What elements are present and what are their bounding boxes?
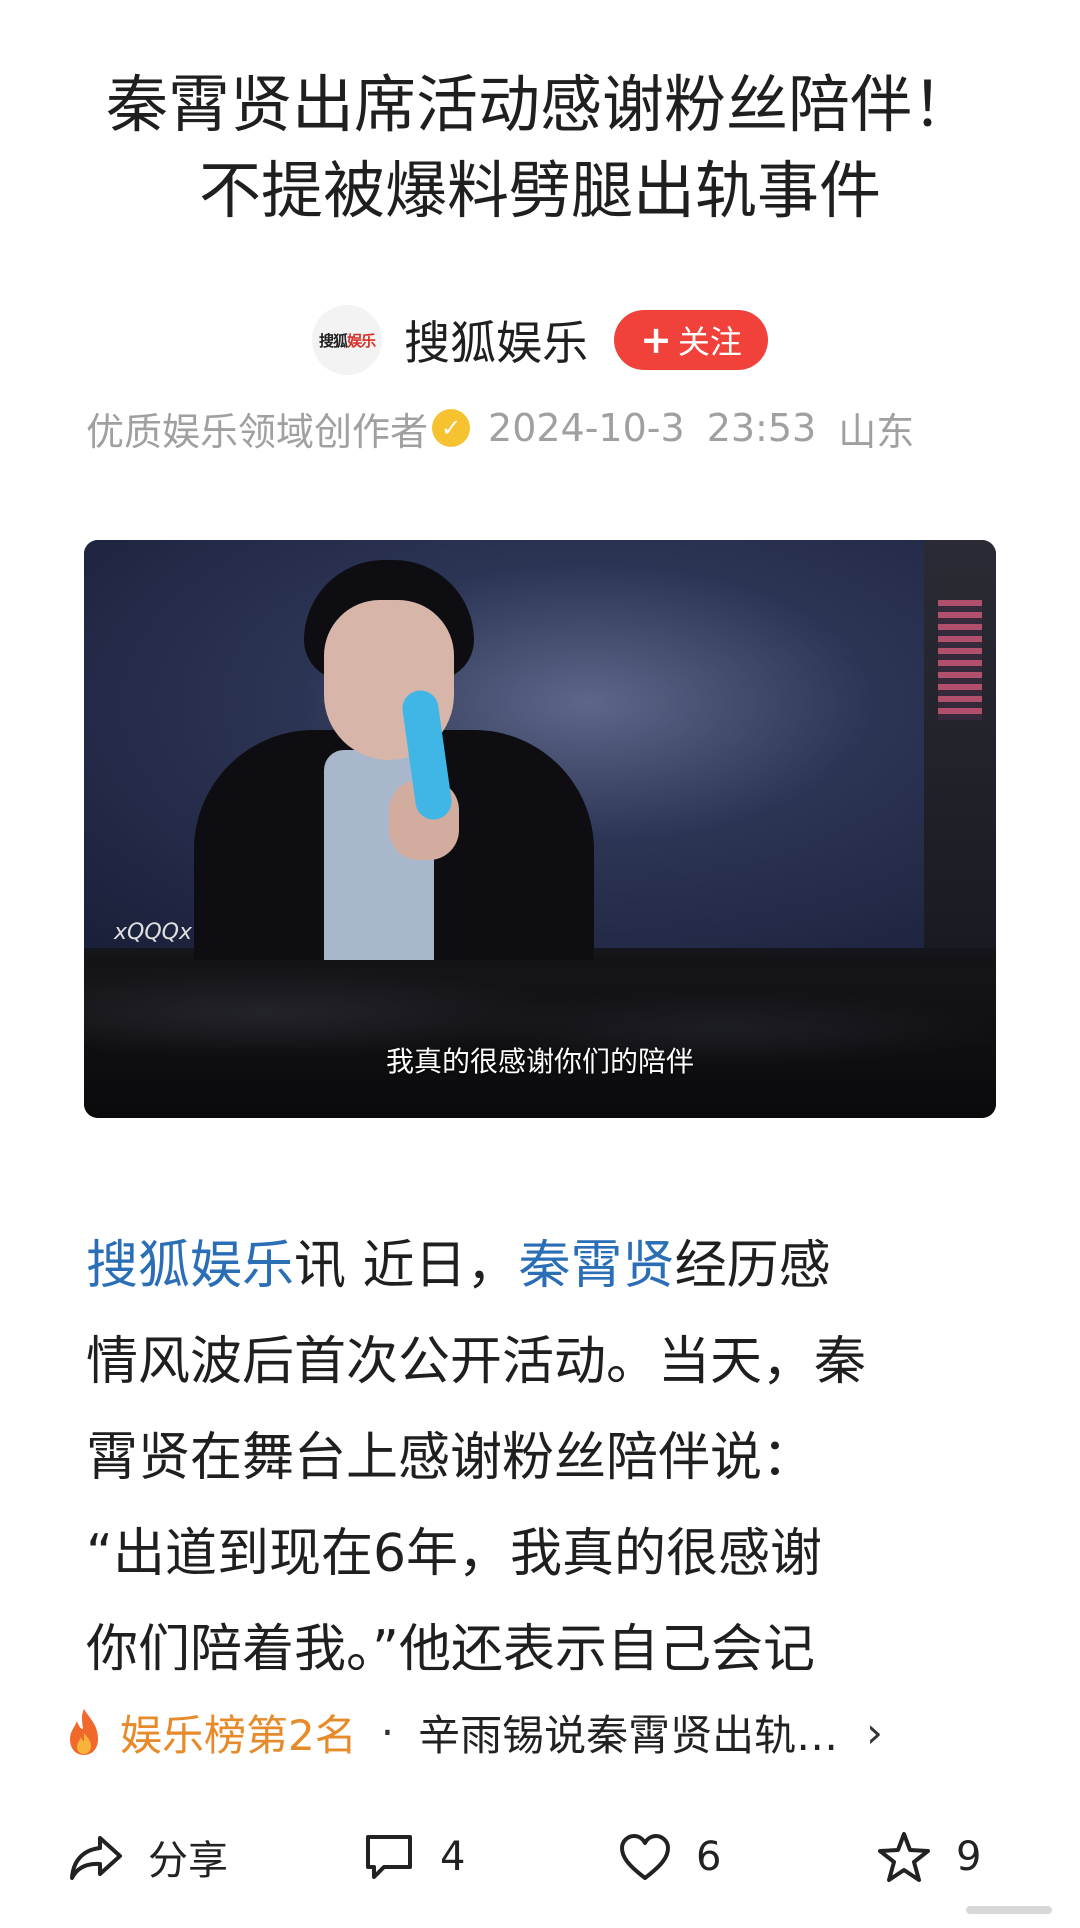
heart-icon [620,1834,670,1880]
fire-icon [70,1709,98,1755]
action-bar: 分享 4 6 9 [0,1812,1080,1902]
logo-text-yule: 娱乐 [347,331,376,350]
title-line-2: 不提被爆料劈腿出轨事件 [198,154,881,227]
rank-separator: · [380,1707,395,1757]
chevron-right-icon: › [866,1707,883,1757]
performer [174,560,594,960]
body-line-3: 霄贤在舞台上感谢粉丝陪伴说： [86,1428,815,1488]
star-icon [878,1832,930,1882]
author-avatar[interactable]: 搜狐 娱乐 [312,305,383,375]
body-line-1: 搜狐娱乐讯 近日，秦霄贤经历感 [86,1236,831,1296]
like-count: 6 [696,1834,722,1880]
follow-label: 关注 [677,323,742,361]
share-label: 分享 [148,1838,228,1884]
publish-date: 2024-10-3 [488,406,685,450]
share-button[interactable]: 分享 [68,1828,228,1886]
rank-topic: 辛雨锡说秦霄贤出轨… [418,1710,839,1760]
article-body: 搜狐娱乐讯 近日，秦霄贤经历感 情风波后首次公开活动。当天，秦 霄贤在舞台上感谢… [86,1218,1006,1698]
author-name[interactable]: 搜狐娱乐 [404,307,588,373]
source-link[interactable]: 搜狐娱乐 [86,1236,294,1296]
image-watermark: xQQQx [114,920,192,945]
rank-label: 娱乐榜第2名 [120,1710,357,1760]
title-line-1: 秦霄贤出席活动感谢粉丝陪伴！ [105,68,974,141]
body-line-4: “出道到现在6年，我真的很感谢 [86,1524,823,1584]
comment-count: 4 [440,1834,466,1880]
plus-icon: + [640,318,672,362]
comment-icon [366,1835,412,1879]
favorite-button[interactable]: 9 [876,1830,981,1884]
publish-location: 山东 [838,409,915,454]
comment-button[interactable]: 4 [362,1831,465,1883]
verified-icon: ✓ [432,409,471,447]
share-icon [70,1836,122,1880]
author-description: 优质娱乐领域创作者 [86,409,429,454]
favorite-count: 9 [956,1834,982,1880]
logo-text-sohu: 搜狐 [319,331,348,350]
body-line-2: 情风波后首次公开活动。当天，秦 [86,1332,867,1392]
follow-button[interactable]: + 关注 [614,310,768,370]
publish-time: 23:53 [706,406,817,450]
hot-rank-bar[interactable]: 娱乐榜第2名 · 辛雨锡说秦霄贤出轨… › [0,1670,1080,1794]
article-title: 秦霄贤出席活动感谢粉丝陪伴！ 不提被爆料劈腿出轨事件 [0,62,1080,234]
video-subtitle: 我真的很感谢你们的陪伴 [385,1045,694,1078]
article-meta: 优质娱乐领域创作者 ✓ 2024-10-3 23:53 山东 [86,400,1046,456]
person-link[interactable]: 秦霄贤 [519,1236,675,1296]
home-indicator [966,1906,1052,1914]
like-button[interactable]: 6 [618,1832,721,1882]
stage-truss [924,540,996,948]
article-image[interactable]: xQQQx 我真的很感谢你们的陪伴 [84,540,996,1118]
author-row: 搜狐 娱乐 搜狐娱乐 + 关注 [0,300,1080,380]
